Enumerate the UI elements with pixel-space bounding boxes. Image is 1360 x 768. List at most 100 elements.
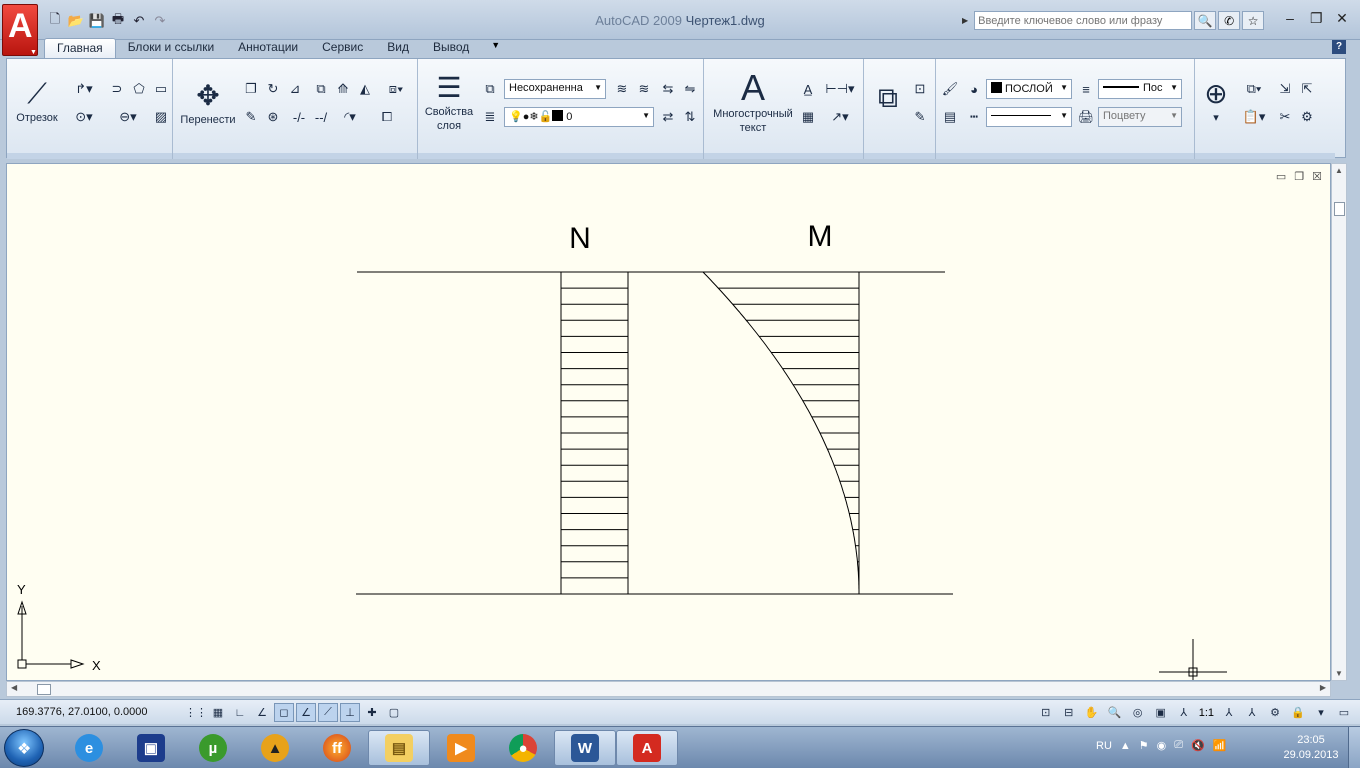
measure-icon[interactable]: ⚙ xyxy=(1297,107,1317,127)
single-text-icon[interactable]: A̲ xyxy=(798,79,818,99)
show-desktop-button[interactable] xyxy=(1348,727,1360,768)
layer-tool-icon[interactable]: ≋ xyxy=(612,79,632,99)
start-button[interactable]: ❖ xyxy=(4,729,44,767)
array-icon[interactable]: ⧈▾ xyxy=(379,79,413,99)
taskbar-media-player[interactable]: ▶ xyxy=(430,730,492,766)
fillet-icon[interactable]: ◜▾ xyxy=(333,107,367,127)
tray-app-icon[interactable]: ◉ xyxy=(1157,739,1167,752)
zoom-button[interactable]: ⊕ ▾ xyxy=(1199,77,1233,125)
application-menu-button[interactable]: A ▼ xyxy=(2,4,38,56)
paste-icon[interactable]: 📋▾ xyxy=(1237,107,1271,127)
cut-icon[interactable]: ✂ xyxy=(1275,107,1295,127)
tab-view[interactable]: Вид xyxy=(375,38,421,58)
object-snap-icon[interactable]: ◻ xyxy=(274,703,294,722)
taskbar-save-disk[interactable]: ▣ xyxy=(120,730,182,766)
favorites-star-icon[interactable]: ☆ xyxy=(1242,11,1265,30)
layer-dropdown[interactable]: 💡●❄🔓 0 ▼ xyxy=(504,107,654,127)
dimension-icon[interactable]: ⊢⊣▾ xyxy=(822,79,858,99)
status-menu-icon[interactable]: ▾ xyxy=(1311,703,1331,722)
color-wheel-icon[interactable]: ◕ xyxy=(964,79,984,99)
layer-properties-button[interactable]: ☰ Свойства слоя xyxy=(420,71,478,133)
network-signal-icon[interactable]: 📶 xyxy=(1213,739,1227,752)
annotation-visibility-icon[interactable]: ⅄ xyxy=(1219,703,1239,722)
trim-icon[interactable]: ⊿ xyxy=(285,79,305,99)
scroll-right-icon[interactable]: ▶ xyxy=(1320,683,1326,692)
linetype-dropdown[interactable]: ▼ xyxy=(986,107,1072,127)
doc-close-icon[interactable]: ☒ xyxy=(1312,170,1322,183)
list-properties-icon[interactable]: ▤ xyxy=(940,107,960,127)
polygon-icon[interactable]: ⬠ xyxy=(129,79,149,99)
line-button[interactable]: ⟋ Отрезок xyxy=(11,77,63,125)
taskbar-utorrent[interactable]: µ xyxy=(182,730,244,766)
scale-icon[interactable]: ⧉ xyxy=(311,79,331,99)
polyline-icon[interactable]: ↱▾ xyxy=(67,79,101,99)
multiline-text-button[interactable]: A Многострочный текст xyxy=(708,69,798,135)
horizontal-scroll-thumb[interactable] xyxy=(37,684,51,695)
drawing-canvas[interactable]: ▭ ❐ ☒ N M Y X xyxy=(6,163,1331,681)
scroll-left-icon[interactable]: ◀ xyxy=(11,683,17,692)
clock[interactable]: 23:05 29.09.2013 xyxy=(1278,733,1344,763)
doc-restore-icon[interactable]: ❐ xyxy=(1294,170,1304,183)
auto-scale-icon[interactable]: ⅄ xyxy=(1242,703,1262,722)
layer-state-icon[interactable]: ⧉ xyxy=(480,79,500,99)
leader-icon[interactable]: ↗▾ xyxy=(822,107,858,127)
make-current-icon[interactable]: ⇄ xyxy=(658,107,678,127)
edit-block-icon[interactable]: ✎ xyxy=(910,107,930,127)
object-snap-tracking-icon[interactable]: ∠ xyxy=(296,703,316,722)
explode-icon[interactable]: ⊛ xyxy=(263,107,283,127)
restore-icon[interactable]: ❐ xyxy=(1310,10,1323,27)
taskbar-explorer[interactable]: ▤ xyxy=(368,730,430,766)
insert-block-button[interactable]: ⧉ xyxy=(868,81,908,115)
quick-select-icon[interactable]: ⇲ xyxy=(1275,79,1295,99)
quick-properties-icon[interactable]: ▢ xyxy=(384,703,404,722)
ellipse-icon[interactable]: ⊖▾ xyxy=(111,107,145,127)
search-icon[interactable]: 🔍 xyxy=(1194,11,1217,30)
showmotion-icon[interactable]: ▣ xyxy=(1151,703,1171,722)
rectangle-icon[interactable]: ▭ xyxy=(151,79,171,99)
hatch-icon[interactable]: ▨ xyxy=(151,107,171,127)
layer-match-icon[interactable]: ≋ xyxy=(634,79,654,99)
action-center-flag-icon[interactable]: ⚑ xyxy=(1139,739,1149,752)
taskbar-chrome[interactable]: ● xyxy=(492,730,554,766)
taskbar-autocad[interactable]: A xyxy=(616,730,678,766)
stretch-icon[interactable]: ⟰ xyxy=(333,79,353,99)
close-icon[interactable]: ✕ xyxy=(1336,10,1348,27)
annotation-scale-value[interactable]: 1:1 xyxy=(1197,707,1216,719)
communication-center-icon[interactable]: ✆ xyxy=(1218,11,1241,30)
usb-device-icon[interactable]: ⎚ xyxy=(1174,739,1183,752)
annotation-scale-icon[interactable]: ⅄ xyxy=(1174,703,1194,722)
expand-search-icon[interactable]: ▶ xyxy=(962,16,968,25)
pan-icon[interactable]: ✋ xyxy=(1082,703,1102,722)
offset-icon[interactable]: ⧠ xyxy=(377,107,397,127)
move-button[interactable]: ✥ Перенести xyxy=(177,79,239,127)
table-icon[interactable]: ▦ xyxy=(798,107,818,127)
show-hidden-icons-icon[interactable]: ▲ xyxy=(1120,740,1131,752)
tab-home[interactable]: Главная xyxy=(44,38,116,58)
steering-wheel-icon[interactable]: ◎ xyxy=(1128,703,1148,722)
scroll-down-icon[interactable]: ▼ xyxy=(1335,669,1343,678)
vertical-scroll-thumb[interactable] xyxy=(1334,202,1345,216)
taskbar-firefox[interactable]: ff xyxy=(306,730,368,766)
tab-output[interactable]: Вывод xyxy=(421,38,481,58)
volume-muted-icon[interactable]: 🔇 xyxy=(1191,739,1205,752)
ribbon-minimize-icon[interactable]: ▼ xyxy=(481,38,510,58)
zoom-icon[interactable]: 🔍 xyxy=(1105,703,1125,722)
layer-walk-icon[interactable]: ≣ xyxy=(480,107,500,127)
lineweight-dropdown[interactable]: Пос ▼ xyxy=(1098,79,1182,99)
copy-icon[interactable]: ❐ xyxy=(241,79,261,99)
language-indicator[interactable]: RU xyxy=(1096,740,1112,752)
help-icon[interactable]: ? xyxy=(1332,40,1346,54)
layer-match-prop-icon[interactable]: ⇅ xyxy=(680,107,700,127)
scroll-up-icon[interactable]: ▲ xyxy=(1335,166,1343,175)
clean-screen-icon[interactable]: ▭ xyxy=(1334,703,1354,722)
polyline-edit-icon[interactable]: ⊃ xyxy=(107,79,127,99)
grid-display-icon[interactable]: ▦ xyxy=(208,703,228,722)
dynamic-input-icon[interactable]: ⊥ xyxy=(340,703,360,722)
plotstyle-dropdown[interactable]: Поцвету ▼ xyxy=(1098,107,1182,127)
color-dropdown[interactable]: ПОСЛОЙ ▼ xyxy=(986,79,1072,99)
search-input[interactable] xyxy=(974,11,1193,30)
layer-isolate-icon[interactable]: ⇋ xyxy=(680,79,700,99)
doc-minimize-icon[interactable]: ▭ xyxy=(1276,170,1286,183)
mirror-icon[interactable]: ◭ xyxy=(355,79,375,99)
coordinates-readout[interactable]: 169.3776, 27.0100, 0.0000 xyxy=(16,706,148,718)
